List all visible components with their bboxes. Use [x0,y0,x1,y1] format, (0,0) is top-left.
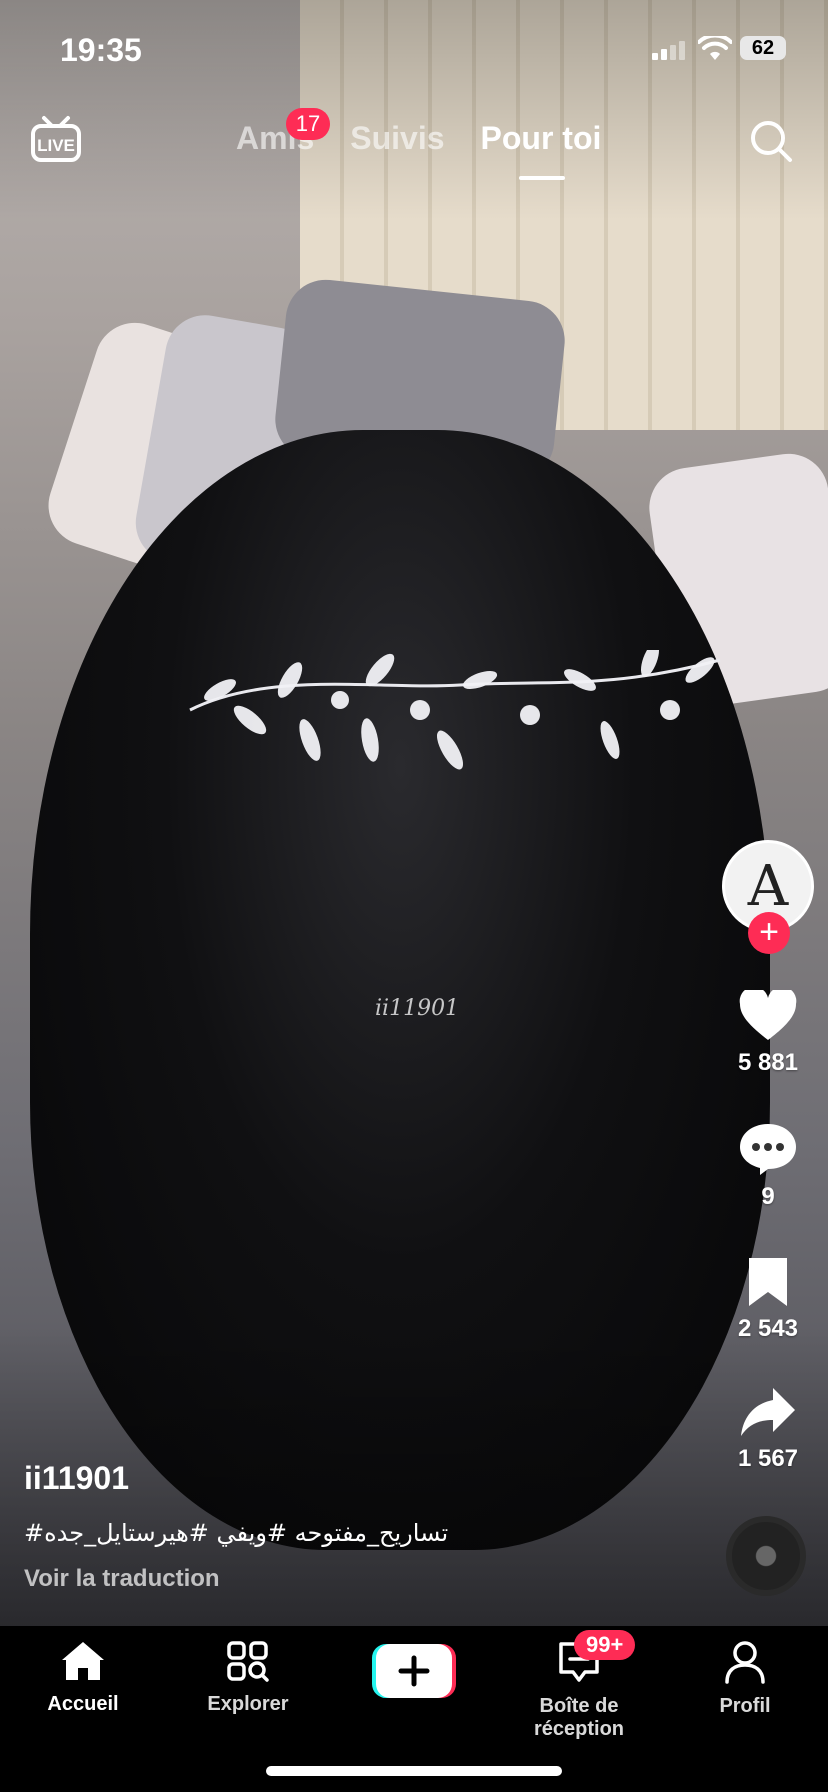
nav-inbox-label: Boîte de réception [533,1695,625,1740]
inbox-notification-badge: 99+ [574,1630,636,1660]
live-tv-icon[interactable]: LIVE [30,114,82,164]
like-count: 5 881 [737,1049,799,1076]
comment-button[interactable]: 9 [718,1122,818,1211]
share-count: 1 567 [737,1445,799,1472]
profile-icon [725,1641,765,1684]
share-button[interactable]: 1 567 [718,1386,818,1473]
comment-icon [740,1124,796,1175]
music-disc-icon[interactable] [726,1516,806,1596]
wifi-icon [698,36,732,60]
video-player[interactable]: ii11901 [0,0,828,1626]
nav-home-label: Accueil [47,1693,119,1715]
create-button[interactable] [372,1644,456,1698]
nav-profile[interactable]: Profil [700,1640,790,1718]
svg-text:LIVE: LIVE [37,136,75,155]
video-watermark: ii11901 [375,996,460,1021]
creator-avatar[interactable]: A + [722,840,814,954]
hair-accessory [189,650,721,770]
comment-count: 9 [761,1183,775,1210]
follow-plus-icon[interactable]: + [748,912,790,954]
nav-explore-label: Explorer [207,1693,289,1715]
see-translation-link[interactable]: Voir la traduction [24,1565,664,1593]
save-count: 2 543 [737,1315,799,1342]
share-icon [741,1388,795,1436]
status-time: 19:35 [60,32,142,68]
nav-profile-label: Profil [719,1695,771,1717]
tab-pour-toi[interactable]: Pour toi [481,120,601,180]
heart-icon [739,986,797,1040]
signal-icon [652,41,685,60]
nav-explore[interactable]: Explorer [198,1640,298,1716]
top-navigation: LIVE Amis Suivis Pour toi 17 [0,100,828,180]
nav-home[interactable]: Accueil [38,1640,128,1716]
home-icon [62,1642,104,1680]
amis-notification-badge: 17 [286,108,330,140]
video-description[interactable]: #تساريح_مفتوحه #ويفي #هيرستايل_جده [24,1519,664,1547]
bookmark-icon [749,1258,787,1306]
like-button[interactable]: 5 881 [718,986,818,1077]
video-caption: ii11901 #تساريح_مفتوحه #ويفي #هيرستايل_ج… [24,1460,664,1593]
battery-indicator: 62 [740,36,786,60]
tab-suivis[interactable]: Suivis [350,120,444,164]
creator-username[interactable]: ii11901 [24,1460,664,1497]
bottom-navigation: Accueil Explorer Boîte de réception 99+ … [0,1626,828,1792]
explore-icon [227,1641,269,1682]
status-bar: 19:35 62 [0,28,828,72]
save-button[interactable]: 2 543 [718,1256,818,1343]
home-indicator[interactable] [266,1766,562,1776]
search-icon[interactable] [748,118,794,164]
